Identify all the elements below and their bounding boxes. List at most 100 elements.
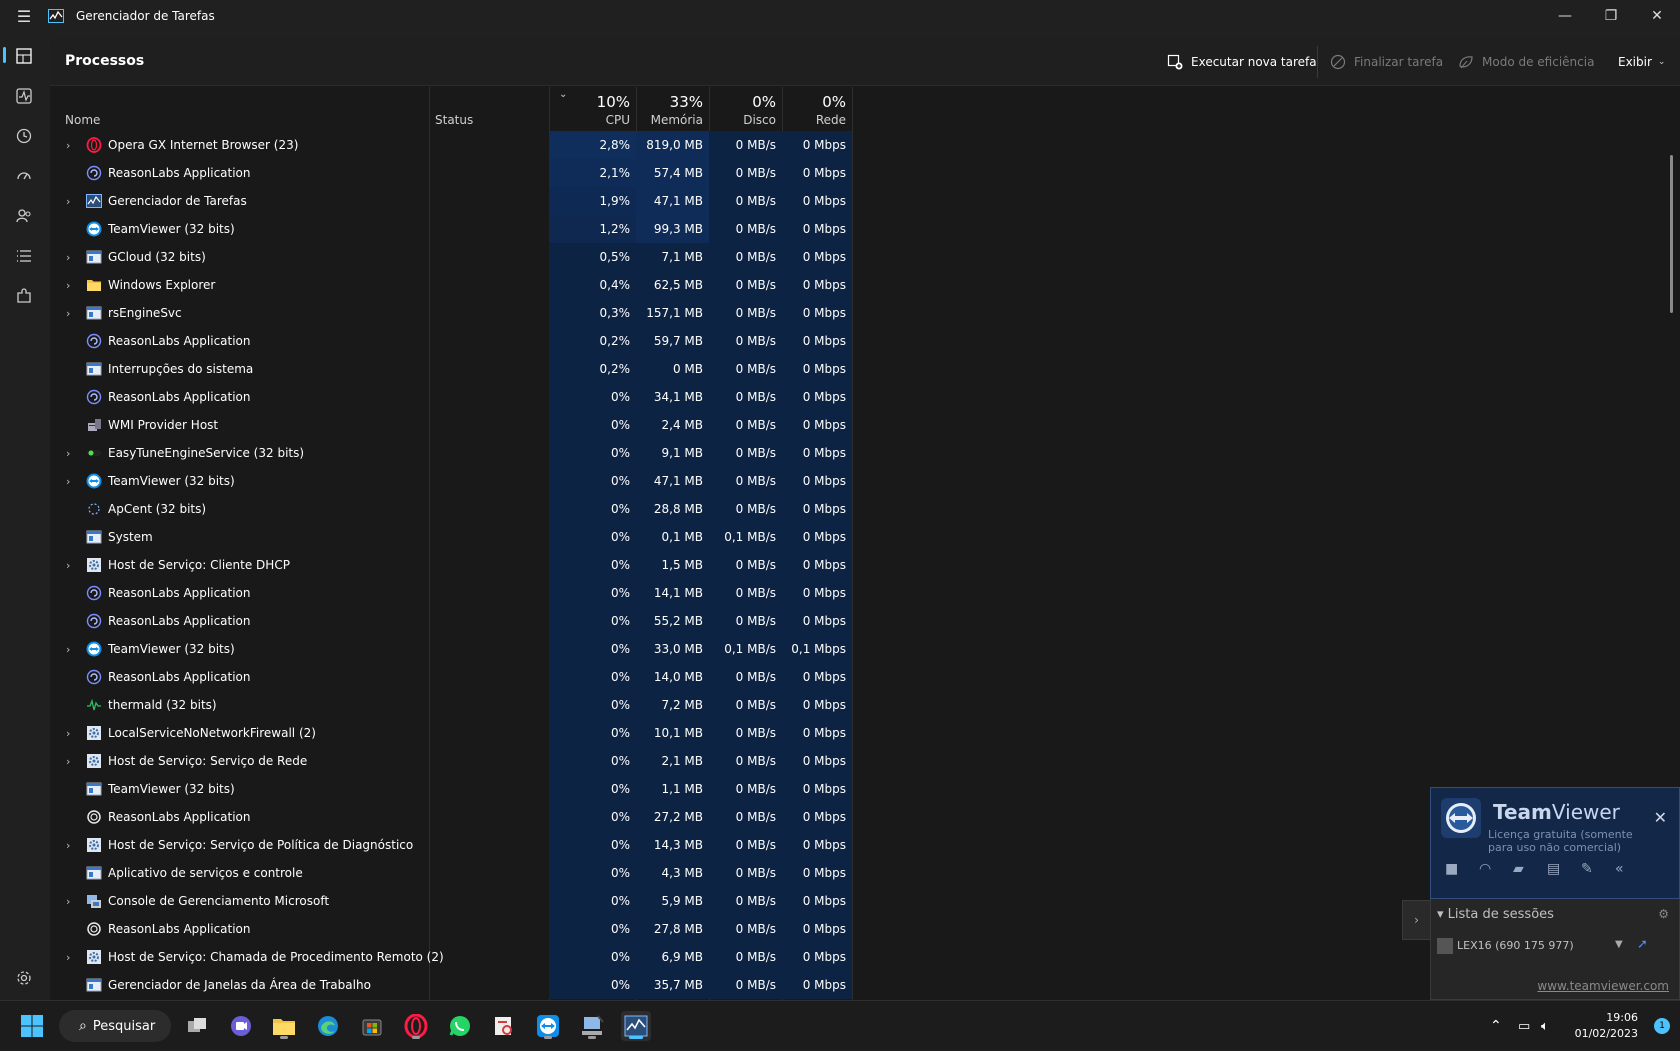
table-row[interactable]: ReasonLabs Application 0,2% 59,7 MB 0 MB/s 0… <box>50 327 860 355</box>
taskbar-store[interactable] <box>357 1011 387 1041</box>
task-view-button[interactable] <box>182 1011 212 1041</box>
session-connect-cursor-icon[interactable]: ➚ <box>1637 937 1648 952</box>
table-row[interactable]: ReasonLabs Application 2,1% 57,4 MB 0 MB/s 0… <box>50 159 860 187</box>
expand-chevron-icon[interactable]: › <box>66 307 70 320</box>
tray-overflow-chevron-icon[interactable]: ⌃ <box>1490 1001 1502 1051</box>
taskbar-task-manager[interactable] <box>621 1011 651 1041</box>
notification-badge[interactable]: 1 <box>1654 1018 1670 1034</box>
expand-chevron-icon[interactable]: › <box>66 251 70 264</box>
session-item[interactable]: LEX16 (690 175 977) <box>1437 938 1574 954</box>
table-row[interactable]: › Host de Serviço: Chamada de Procediment… <box>50 943 860 971</box>
file-transfer-icon[interactable]: ▤ <box>1547 861 1581 877</box>
minimize-button[interactable]: — <box>1542 0 1588 32</box>
nav-settings[interactable] <box>0 960 48 996</box>
table-row[interactable]: Gerenciador de Janelas da Área de Trabal… <box>50 971 860 999</box>
table-row[interactable]: ReasonLabs Application 0% 14,1 MB 0 MB/s 0 M… <box>50 579 860 607</box>
nav-performance[interactable] <box>0 78 48 114</box>
expand-chevron-icon[interactable]: › <box>66 475 70 488</box>
table-row[interactable]: WMI Provider Host 0% 2,4 MB 0 MB/s 0 Mbps <box>50 411 860 439</box>
table-row[interactable]: › Host de Serviço: Cliente DHCP 0% 1,5 MB 0 … <box>50 551 860 579</box>
table-row[interactable]: ApCent (32 bits) 0% 28,8 MB 0 MB/s 0 Mbps <box>50 495 860 523</box>
whiteboard-pen-icon[interactable]: ✎ <box>1581 861 1615 877</box>
network-status-icon[interactable]: ▭ <box>1518 1001 1530 1051</box>
nav-services[interactable] <box>0 278 48 314</box>
nav-details[interactable] <box>0 238 48 274</box>
session-settings-icon[interactable]: ⚙ <box>1658 907 1669 921</box>
expand-chevron-icon[interactable]: › <box>66 279 70 292</box>
table-row[interactable]: thermald (32 bits) 0% 7,2 MB 0 MB/s 0 Mbps <box>50 691 860 719</box>
session-list-header[interactable]: ▾ Lista de sessões <box>1437 907 1554 922</box>
efficiency-mode-button[interactable]: Modo de eficiência <box>1458 52 1594 72</box>
column-header-cpu[interactable]: ⌄ 10% CPU <box>549 87 636 131</box>
run-new-task-button[interactable]: Executar nova tarefa <box>1167 52 1317 72</box>
hamburger-menu-icon[interactable]: ☰ <box>0 0 48 32</box>
taskbar-whatsapp[interactable] <box>445 1011 475 1041</box>
expand-chevron-icon[interactable]: › <box>66 755 70 768</box>
column-header-status[interactable]: Status <box>429 87 549 131</box>
table-row[interactable]: ReasonLabs Application 0% 14,0 MB 0 MB/s 0 M… <box>50 663 860 691</box>
column-header-network[interactable]: 0% Rede <box>782 87 852 131</box>
session-dropdown-icon[interactable]: ▼ <box>1615 939 1623 950</box>
column-header-name[interactable]: Nome <box>50 87 429 131</box>
nav-app-history[interactable] <box>0 118 48 154</box>
table-row[interactable]: ReasonLabs Application 0% 55,2 MB 0 MB/s 0 M… <box>50 607 860 635</box>
teamviewer-expand-icon[interactable]: › <box>1402 900 1430 940</box>
taskbar-edge[interactable] <box>313 1011 343 1041</box>
column-header-memory[interactable]: 33% Memória <box>636 87 709 131</box>
collapse-double-chevron-icon[interactable]: « <box>1615 861 1649 877</box>
table-row[interactable]: › Opera GX Internet Browser (23) 2,8% 819,0… <box>50 131 860 159</box>
taskbar-search[interactable]: ⌕ Pesquisar <box>59 1010 171 1042</box>
table-row[interactable]: Interrupções do sistema 0,2% 0 MB 0 MB/s 0 M… <box>50 355 860 383</box>
table-row[interactable]: System 0% 0,1 MB 0,1 MB/s 0 Mbps <box>50 523 860 551</box>
table-row[interactable]: TeamViewer (32 bits) 0% 1,1 MB 0 MB/s 0 Mbps <box>50 775 860 803</box>
taskbar-teamviewer[interactable] <box>533 1011 563 1041</box>
expand-chevron-icon[interactable]: › <box>66 839 70 852</box>
video-camera-icon[interactable]: ■ <box>1445 861 1479 877</box>
expand-chevron-icon[interactable]: › <box>66 951 70 964</box>
table-row[interactable]: › LocalServiceNoNetworkFirewall (2) 0% 10,1… <box>50 719 860 747</box>
nav-startup[interactable] <box>0 158 48 194</box>
view-menu-button[interactable]: Exibir ⌄ <box>1618 52 1665 72</box>
table-row[interactable]: › Host de Serviço: Serviço de Rede 0% 2,1 M… <box>50 747 860 775</box>
expand-chevron-icon[interactable]: › <box>66 139 70 152</box>
expand-chevron-icon[interactable]: › <box>66 643 70 656</box>
nav-users[interactable] <box>0 198 48 234</box>
table-row[interactable]: › GCloud (32 bits) 0,5% 7,1 MB 0 MB/s 0 Mbps <box>50 243 860 271</box>
nav-processes[interactable] <box>0 38 48 74</box>
expand-chevron-icon[interactable]: › <box>66 559 70 572</box>
taskbar-file-explorer[interactable] <box>269 1011 299 1041</box>
table-row[interactable]: › EasyTuneEngineService (32 bits) 0% 9,1 MB… <box>50 439 860 467</box>
table-row[interactable]: Aplicativo de serviços e controle 0% 4,3 M… <box>50 859 860 887</box>
table-row[interactable]: › TeamViewer (32 bits) 0% 47,1 MB 0 MB/s 0 Mb… <box>50 467 860 495</box>
close-button[interactable]: ✕ <box>1634 0 1680 32</box>
table-row[interactable]: ReasonLabs Application 0% 27,2 MB 0 MB/s 0 M… <box>50 803 860 831</box>
teamviewer-website-link[interactable]: www.teamviewer.com <box>1537 979 1669 993</box>
start-button[interactable] <box>17 1011 47 1041</box>
column-header-disk[interactable]: 0% Disco <box>709 87 782 131</box>
end-task-button[interactable]: Finalizar tarefa <box>1330 52 1443 72</box>
expand-chevron-icon[interactable]: › <box>66 195 70 208</box>
taskbar-clock[interactable]: 19:06 01/02/2023 <box>1575 1010 1638 1042</box>
table-row[interactable]: ReasonLabs Application 0% 27,8 MB 0 MB/s 0 M… <box>50 915 860 943</box>
table-row[interactable]: › rsEngineSvc 0,3% 157,1 MB 0 MB/s 0 Mbps <box>50 299 860 327</box>
vertical-scrollbar[interactable] <box>1670 155 1673 313</box>
table-row[interactable]: › Windows Explorer 0,4% 62,5 MB 0 MB/s 0 Mbps <box>50 271 860 299</box>
chat-icon[interactable]: ▰ <box>1513 861 1547 877</box>
table-row[interactable]: ReasonLabs Application 0% 34,1 MB 0 MB/s 0 M… <box>50 383 860 411</box>
expand-chevron-icon[interactable]: › <box>66 895 70 908</box>
taskbar-opera-gx[interactable] <box>401 1011 431 1041</box>
teamviewer-close-icon[interactable]: ✕ <box>1654 808 1667 827</box>
taskbar-network-app[interactable] <box>577 1011 607 1041</box>
volume-icon[interactable]: 🔈︎ <box>1541 1001 1549 1051</box>
expand-chevron-icon[interactable]: › <box>66 727 70 740</box>
table-row[interactable]: › Host de Serviço: Serviço de Política de… <box>50 831 860 859</box>
headset-icon[interactable]: ◠ <box>1479 861 1513 877</box>
table-row[interactable]: › Gerenciador de Tarefas 1,9% 47,1 MB 0 MB/s… <box>50 187 860 215</box>
expand-chevron-icon[interactable]: › <box>66 447 70 460</box>
table-row[interactable]: TeamViewer (32 bits) 1,2% 99,3 MB 0 MB/s 0 M… <box>50 215 860 243</box>
table-row[interactable]: › TeamViewer (32 bits) 0% 33,0 MB 0,1 MB/s 0,… <box>50 635 860 663</box>
maximize-button[interactable]: ❐ <box>1588 0 1634 32</box>
taskbar-chat-app[interactable] <box>226 1011 256 1041</box>
table-row[interactable]: › Console de Gerenciamento Microsoft 0% 5,9… <box>50 887 860 915</box>
taskbar-snipping-tool[interactable] <box>489 1011 519 1041</box>
